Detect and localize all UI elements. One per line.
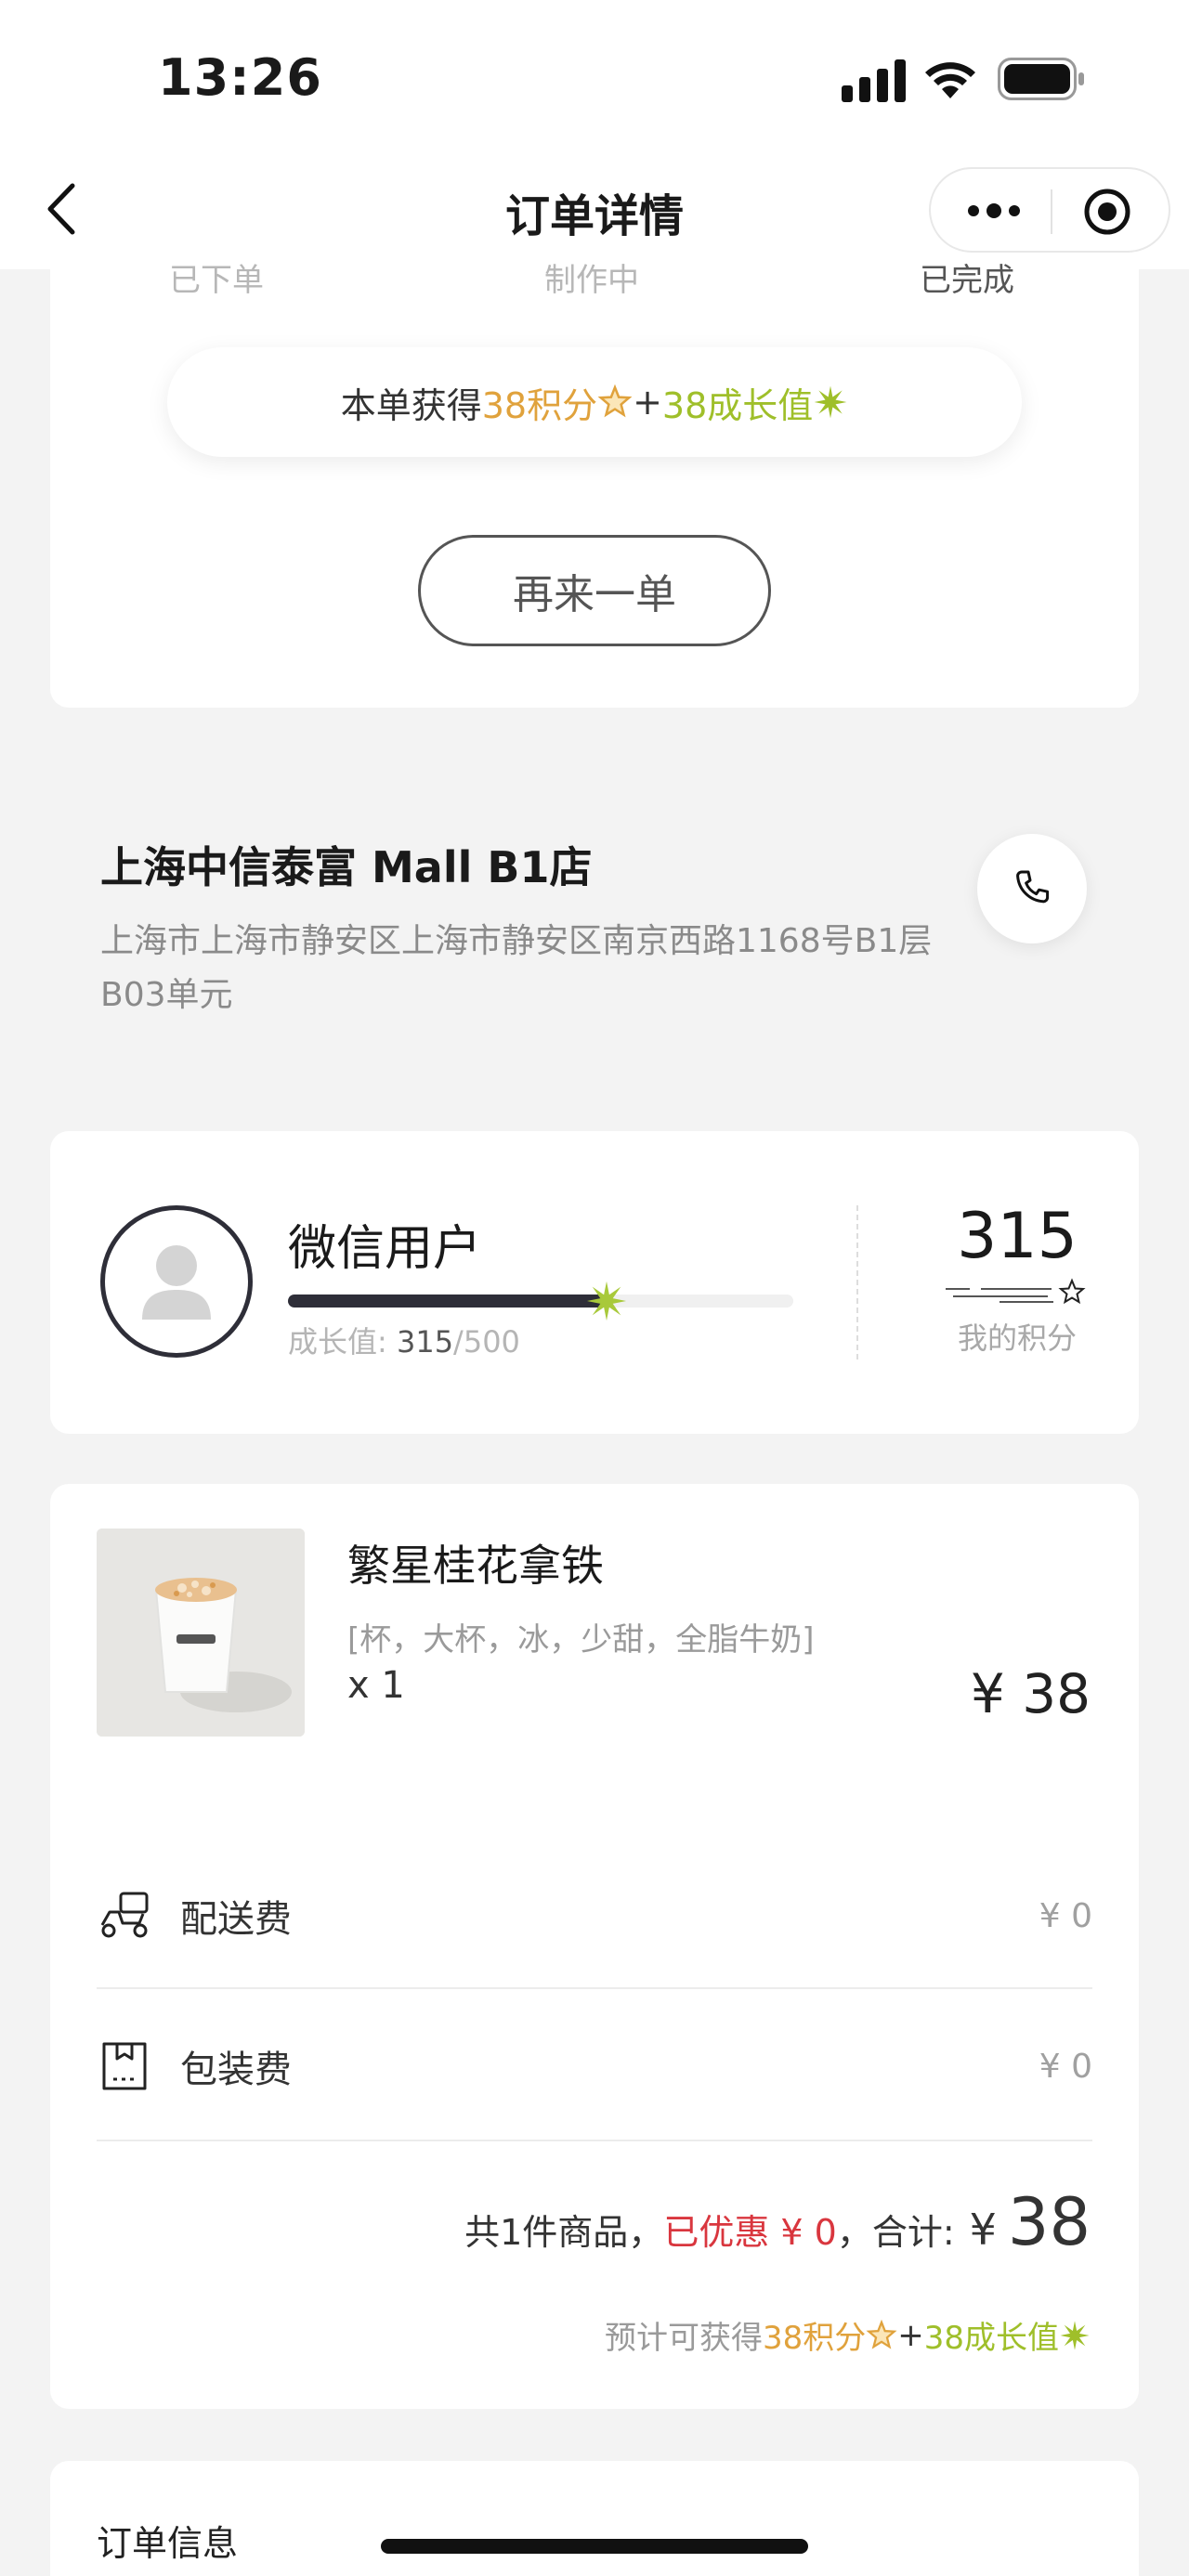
reward-plus: + bbox=[633, 382, 662, 423]
delivery-fee-row: 配送费 ¥ 0 bbox=[97, 1841, 1092, 1991]
estimate-plus: + bbox=[897, 2316, 924, 2354]
spark-icon bbox=[814, 385, 847, 419]
product-image bbox=[97, 1529, 305, 1737]
product-quantity: x 1 bbox=[347, 1664, 405, 1707]
step-done: 已完成 bbox=[920, 262, 1014, 299]
points-star-icon bbox=[946, 1278, 1086, 1305]
order-total: 38 bbox=[1007, 2184, 1091, 2260]
call-store-button[interactable] bbox=[977, 834, 1087, 943]
capsule-divider bbox=[1051, 189, 1052, 234]
product-spec: [杯，大杯，冰，少甜，全脂牛奶] bbox=[347, 1621, 815, 1659]
estimate-prefix: 预计可获得 bbox=[604, 2320, 763, 2357]
reward-pill: 本单获得 38积分 + 38成长值 bbox=[167, 347, 1022, 457]
growth-value-text: 成长值: 315/500 bbox=[288, 1319, 520, 1361]
home-indicator bbox=[381, 2539, 808, 2554]
order-info-title: 订单信息 bbox=[97, 2523, 239, 2564]
points-label: 我的积分 bbox=[957, 1321, 1077, 1356]
reorder-button[interactable]: 再来一单 bbox=[418, 535, 771, 646]
scooter-icon bbox=[100, 1892, 149, 1938]
signal-icon bbox=[842, 59, 906, 102]
divider bbox=[97, 1987, 1092, 1989]
reward-growth: 38成长值 bbox=[661, 384, 814, 426]
currency-symbol: ¥ bbox=[969, 2205, 997, 2255]
growth-spark-icon bbox=[586, 1281, 626, 1321]
estimate-growth: 38成长值 bbox=[923, 2320, 1059, 2357]
points-value[interactable]: 315 bbox=[929, 1200, 1105, 1273]
order-summary: 共1件商品， 已优惠 ¥ 0 ，合计: ¥ 38 bbox=[464, 2184, 1091, 2260]
store-name: 上海中信泰富 Mall B1店 bbox=[100, 842, 593, 892]
step-making: 制作中 bbox=[544, 262, 639, 299]
battery-icon bbox=[998, 58, 1084, 100]
user-placeholder-icon bbox=[142, 1245, 211, 1320]
star-icon bbox=[597, 384, 633, 418]
mini-program-capsule bbox=[929, 167, 1170, 253]
total-label: ，合计: bbox=[836, 2212, 955, 2253]
status-time: 13:26 bbox=[158, 48, 322, 107]
spark-icon bbox=[1060, 2320, 1090, 2350]
growth-label: 成长值: bbox=[288, 1324, 397, 1360]
packaging-fee-label: 包装费 bbox=[180, 2049, 292, 2091]
more-dots-icon[interactable] bbox=[966, 197, 1022, 225]
delivery-fee-value: ¥ 0 bbox=[1039, 1896, 1092, 1935]
growth-progress-fill bbox=[288, 1295, 607, 1308]
step-ordered: 已下单 bbox=[169, 262, 264, 299]
star-icon bbox=[866, 2319, 897, 2349]
reward-prefix: 本单获得 bbox=[340, 384, 482, 426]
dashed-divider bbox=[856, 1205, 858, 1360]
growth-max: /500 bbox=[453, 1324, 520, 1360]
avatar[interactable] bbox=[100, 1205, 253, 1358]
estimate-points: 38积分 bbox=[762, 2320, 867, 2357]
package-icon bbox=[102, 2042, 147, 2090]
store-address: 上海市上海市静安区上海市静安区南京西路1168号B1层B03单元 bbox=[100, 922, 933, 1014]
coffee-cup-image bbox=[97, 1529, 305, 1737]
growth-progress-bar bbox=[288, 1281, 793, 1321]
target-icon[interactable] bbox=[1083, 188, 1131, 236]
divider bbox=[97, 2140, 1092, 2141]
estimated-rewards: 预计可获得 38积分 + 38成长值 bbox=[605, 2312, 1091, 2358]
packaging-fee-value: ¥ 0 bbox=[1039, 2047, 1092, 2086]
reward-points: 38积分 bbox=[481, 384, 598, 426]
delivery-fee-label: 配送费 bbox=[180, 1898, 292, 1941]
phone-icon bbox=[1016, 870, 1050, 904]
discount-text: 已优惠 ¥ 0 bbox=[663, 2212, 837, 2253]
product-price: ¥ 38 bbox=[970, 1662, 1091, 1725]
user-name: 微信用户 bbox=[288, 1221, 482, 1277]
packaging-fee-row: 包装费 ¥ 0 bbox=[97, 1991, 1092, 2141]
wifi-icon bbox=[925, 62, 975, 98]
product-name: 繁星桂花拿铁 bbox=[347, 1541, 604, 1591]
item-count: 共1件商品， bbox=[464, 2212, 664, 2253]
growth-current: 315 bbox=[396, 1324, 454, 1360]
